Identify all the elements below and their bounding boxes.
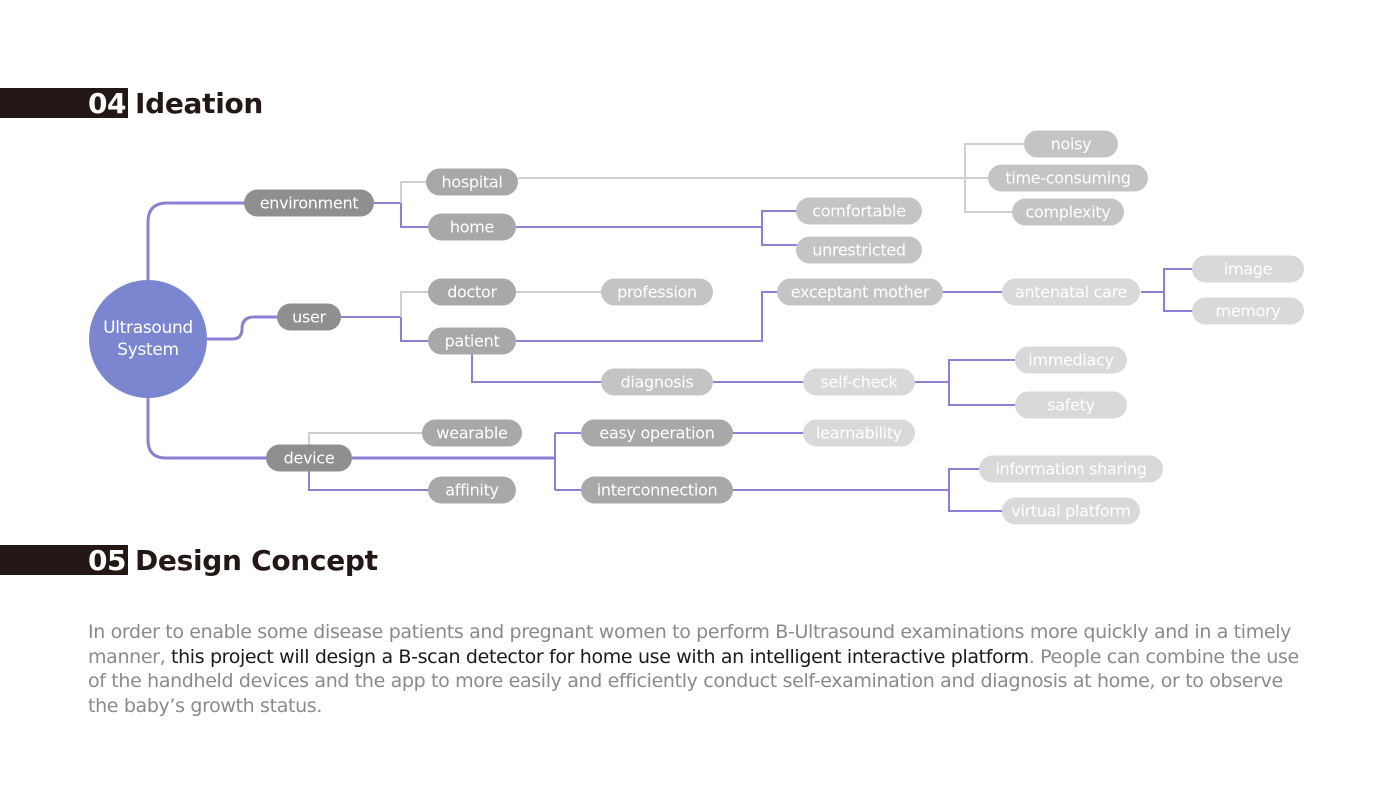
connector-patient-diagnosis (471, 354, 602, 383)
node-user[interactable]: user (277, 303, 341, 331)
section-title: Ideation (134, 86, 264, 120)
node-self-check[interactable]: self-check (803, 368, 915, 396)
connector-user-doctor (400, 291, 430, 317)
node-virtual-platform[interactable]: virtual platform (1002, 497, 1140, 525)
section-number: 05 (88, 544, 128, 577)
section-bar (0, 88, 88, 118)
root-label-line2: System (117, 340, 179, 360)
node-antenatal-care[interactable]: antenatal care (1002, 278, 1140, 306)
node-unrestricted[interactable]: unrestricted (796, 236, 922, 264)
node-environment[interactable]: environment (244, 189, 374, 217)
connector-device-branch (554, 432, 582, 491)
connector-environment-hospital (400, 181, 427, 203)
node-complexity[interactable]: complexity (1012, 198, 1124, 226)
concept-text-highlight: this project will design a B-scan detect… (171, 645, 1029, 668)
section-number: 04 (88, 87, 128, 120)
root-node-ultrasound-system[interactable]: Ultrasound System (89, 280, 207, 398)
connector-root-device (146, 396, 267, 460)
root-label-line1: Ultrasound (103, 318, 193, 338)
node-learnability[interactable]: learnability (803, 419, 915, 447)
node-image[interactable]: image (1192, 255, 1304, 283)
connector-root-user (207, 315, 278, 341)
connector-selfcheck-branch (915, 359, 1017, 406)
node-profession[interactable]: profession (601, 278, 713, 306)
node-immediacy[interactable]: immediacy (1015, 346, 1127, 374)
node-patient[interactable]: patient (428, 327, 516, 355)
node-diagnosis[interactable]: diagnosis (601, 368, 713, 396)
connector-hospital-branch (518, 143, 1025, 213)
node-wearable[interactable]: wearable (422, 419, 522, 447)
section-header-ideation: 04 Ideation (0, 86, 264, 120)
section-bar (0, 545, 88, 575)
design-concept-paragraph: In order to enable some disease patients… (88, 620, 1313, 718)
node-noisy[interactable]: noisy (1024, 130, 1118, 158)
connector-antenatal-branch (1141, 268, 1193, 312)
connector-environment-home (374, 202, 430, 228)
connector-device-affinity (308, 470, 429, 491)
node-comfortable[interactable]: comfortable (796, 197, 922, 225)
node-affinity[interactable]: affinity (428, 476, 516, 504)
node-hospital[interactable]: hospital (426, 168, 518, 196)
node-information-sharing[interactable]: information sharing (979, 455, 1163, 483)
section-header-design-concept: 05 Design Concept (0, 543, 378, 577)
node-easy-operation[interactable]: easy operation (581, 419, 733, 447)
node-time-consuming[interactable]: time-consuming (988, 164, 1148, 192)
connector-interconnection-branch (733, 468, 1003, 512)
node-home[interactable]: home (428, 213, 516, 241)
node-memory[interactable]: memory (1192, 297, 1304, 325)
node-exceptant-mother[interactable]: exceptant mother (777, 278, 943, 306)
node-safety[interactable]: safety (1015, 391, 1127, 419)
section-title: Design Concept (134, 543, 378, 577)
connector-root-environment (146, 201, 245, 282)
node-doctor[interactable]: doctor (428, 278, 516, 306)
node-device[interactable]: device (266, 444, 352, 472)
connector-home-branch (516, 210, 798, 246)
connector-user-patient (341, 316, 430, 342)
node-interconnection[interactable]: interconnection (581, 476, 733, 504)
